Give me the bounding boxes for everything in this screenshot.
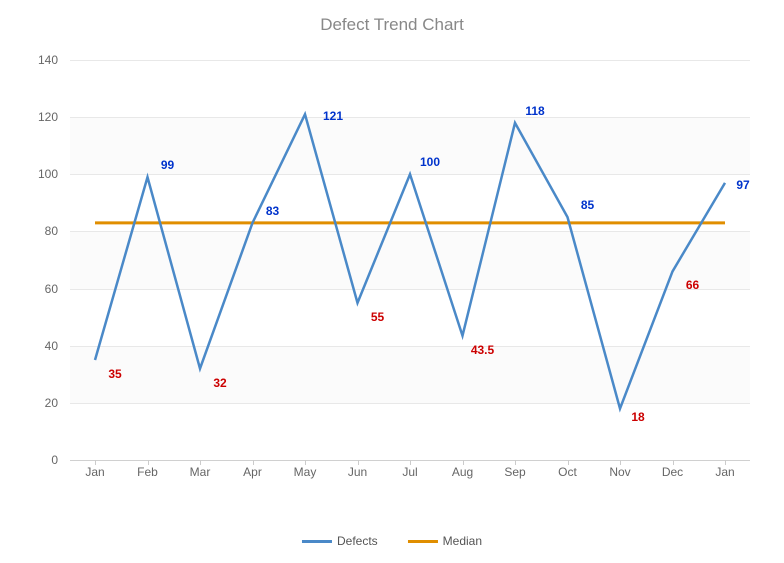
legend-item-median: Median <box>408 534 482 548</box>
x-tick-label: Oct <box>558 465 577 479</box>
chart-svg <box>70 60 750 460</box>
x-tick-label: Mar <box>190 465 211 479</box>
data-label: 35 <box>108 367 121 381</box>
x-tick-label: May <box>294 465 317 479</box>
legend-swatch-median <box>408 540 438 543</box>
legend-label-defects: Defects <box>337 534 378 548</box>
y-tick-label: 60 <box>18 282 58 296</box>
y-tick-label: 0 <box>18 453 58 467</box>
data-label: 99 <box>161 158 174 172</box>
x-tick-label: Jan <box>715 465 734 479</box>
data-label: 18 <box>631 410 644 424</box>
chart-area: 020406080100120140JanFebMarAprMayJunJulA… <box>70 60 750 480</box>
x-tick-label: Feb <box>137 465 158 479</box>
data-label: 32 <box>213 376 226 390</box>
data-label: 66 <box>686 278 699 292</box>
legend-item-defects: Defects <box>302 534 378 548</box>
x-tick-label: Aug <box>452 465 473 479</box>
x-tick-label: Jun <box>348 465 367 479</box>
data-label: 100 <box>420 155 440 169</box>
x-tick-label: Nov <box>609 465 630 479</box>
legend-label-median: Median <box>443 534 482 548</box>
data-label: 43.5 <box>471 343 494 357</box>
legend-swatch-defects <box>302 540 332 543</box>
data-label: 97 <box>736 178 749 192</box>
series-line-defects <box>95 114 725 408</box>
legend: Defects Median <box>302 534 482 548</box>
y-tick-label: 100 <box>18 167 58 181</box>
y-tick-label: 80 <box>18 224 58 238</box>
y-tick-label: 20 <box>18 396 58 410</box>
x-tick-label: Jul <box>402 465 417 479</box>
x-tick-label: Sep <box>504 465 525 479</box>
chart-title: Defect Trend Chart <box>0 0 784 35</box>
data-label: 83 <box>266 204 279 218</box>
data-label: 121 <box>323 109 343 123</box>
data-label: 55 <box>371 310 384 324</box>
data-label: 85 <box>581 198 594 212</box>
data-label: 118 <box>525 104 544 118</box>
x-tick-label: Dec <box>662 465 683 479</box>
y-tick-label: 120 <box>18 110 58 124</box>
x-tick-label: Jan <box>85 465 104 479</box>
plot-area: 020406080100120140JanFebMarAprMayJunJulA… <box>70 60 750 460</box>
y-tick-label: 140 <box>18 53 58 67</box>
y-tick-label: 40 <box>18 339 58 353</box>
x-tick-label: Apr <box>243 465 262 479</box>
